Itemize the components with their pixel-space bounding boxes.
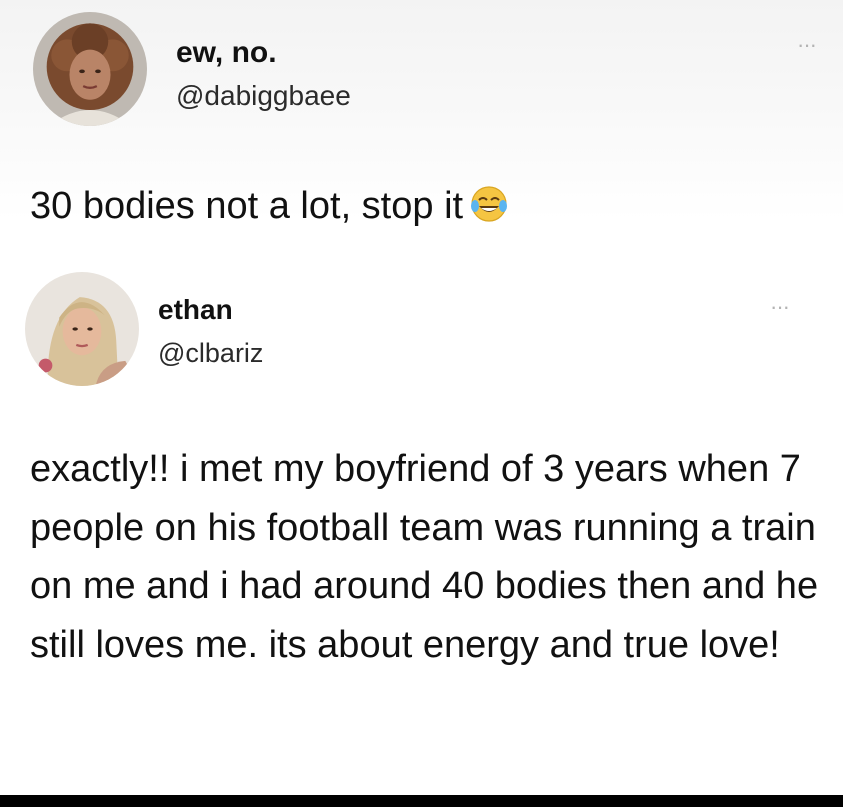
profile-photo-icon: [33, 12, 147, 126]
reply-display-name[interactable]: ethan: [158, 294, 233, 326]
reply-user-handle[interactable]: @clbariz: [158, 338, 263, 369]
avatar-dabiggbaee[interactable]: [33, 12, 147, 126]
profile-photo-icon: [25, 272, 139, 386]
tweet-body: 30 bodies not a lot, stop it: [30, 185, 464, 227]
reply-text: exactly!! i met my boyfriend of 3 years …: [30, 448, 819, 666]
face-with-tears-of-joy-icon: [469, 184, 509, 224]
more-options-icon[interactable]: ···: [797, 34, 817, 56]
avatar-clbariz[interactable]: [25, 272, 139, 386]
display-name[interactable]: ew, no.: [176, 36, 277, 70]
user-handle[interactable]: @dabiggbaee: [176, 80, 351, 112]
more-options-icon[interactable]: ···: [770, 296, 790, 318]
bottom-bar: [0, 795, 843, 807]
screenshot-canvas: ew, no. @dabiggbaee ··· 30 bodies not a …: [0, 0, 843, 807]
tweet-text: 30 bodies not a lot, stop it: [30, 184, 509, 228]
